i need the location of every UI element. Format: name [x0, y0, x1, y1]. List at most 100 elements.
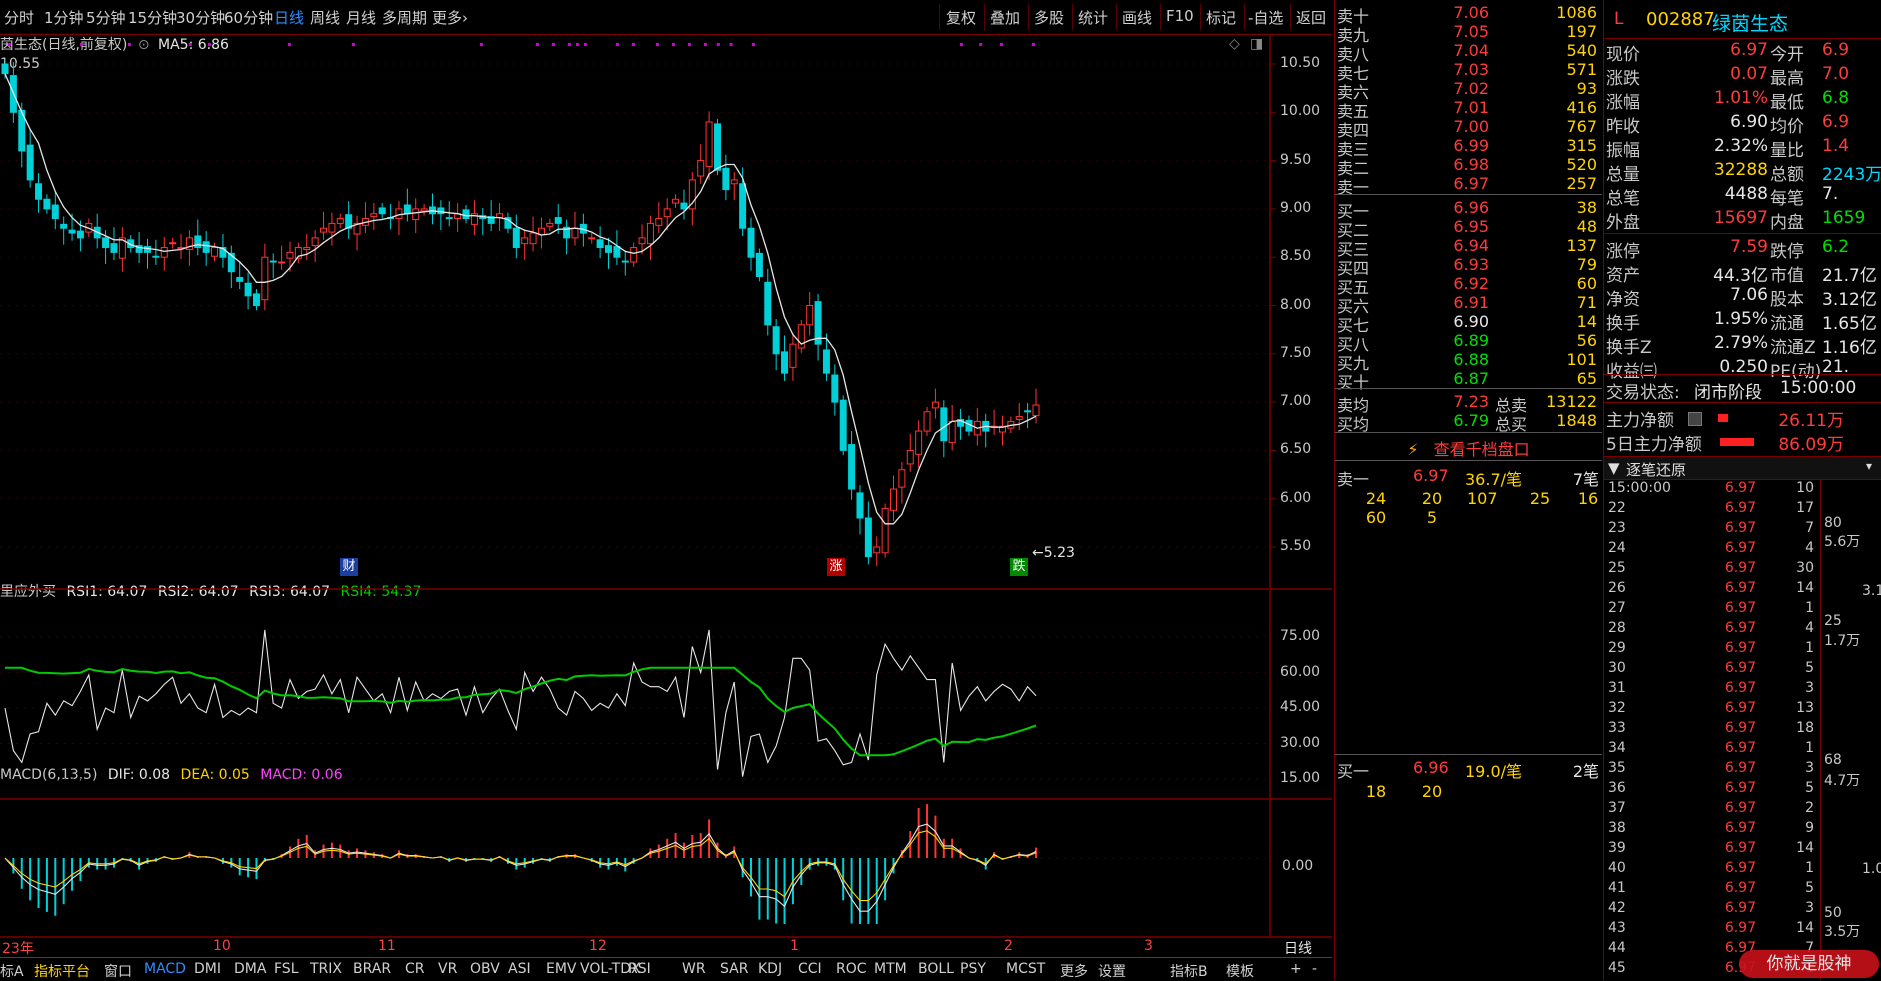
tick-row: 33 6.97 18 — [1604, 720, 1881, 740]
indicator-tab[interactable]: 窗口 — [104, 961, 132, 981]
market-tag: L — [1614, 9, 1624, 29]
indicator-tab[interactable]: MACD — [144, 961, 186, 977]
indicator-tab[interactable]: ROC — [836, 961, 867, 977]
indicator-tab[interactable]: SAR — [720, 961, 748, 977]
mark-button[interactable]: 标记 — [1206, 7, 1236, 28]
volume-side-label: 1.07 — [1862, 861, 1881, 877]
indicator-tab[interactable]: 更多 — [1060, 961, 1088, 981]
candle-body — [605, 245, 613, 253]
info-row: 净资 7.06 股本 3.12亿 — [1604, 285, 1881, 310]
info-row: 总笔 4488 每笔 7. — [1604, 184, 1881, 209]
period-tab-weekly[interactable]: 周线 — [310, 7, 340, 28]
period-tab-60min[interactable]: 60分钟 — [224, 7, 273, 28]
depth-button[interactable]: ⚡ 查看千档盘口 — [1335, 436, 1602, 459]
candle-body — [730, 179, 738, 185]
bid-volume: 137 — [1566, 236, 1597, 255]
period-tab-more[interactable]: 更多› — [432, 7, 468, 28]
stats-button[interactable]: 统计 — [1078, 7, 1108, 28]
period-tab-monthly[interactable]: 月线 — [346, 7, 376, 28]
indicator-tab[interactable]: OBV — [470, 961, 500, 977]
indicator-tab[interactable]: BRAR — [353, 961, 391, 977]
indicator-tab[interactable]: - — [1312, 961, 1317, 977]
candle-body — [571, 227, 579, 239]
period-tab-fenshi[interactable]: 分时 — [4, 7, 34, 28]
event-marker-finance[interactable]: 财 — [340, 558, 358, 576]
tick-price: 6.97 — [1724, 740, 1756, 756]
tick-time: 40 — [1608, 860, 1626, 876]
indicator-tab[interactable]: TRIX — [310, 961, 342, 977]
tick-price: 6.97 — [1724, 580, 1756, 596]
indicator-tab[interactable]: 设置 — [1098, 961, 1126, 981]
info-label-2: 跌停 — [1770, 242, 1804, 262]
info-row: 现价 6.97 今开 6.9 — [1604, 40, 1881, 65]
indicator-tab[interactable]: DMI — [194, 961, 221, 977]
ask-price: 6.99 — [1453, 136, 1489, 155]
tick-volume: 5 — [1805, 660, 1814, 676]
indicator-tab[interactable]: RSI — [628, 961, 651, 977]
indicator-tab[interactable]: CR — [405, 961, 425, 977]
sell1-queue-item: 16 — [1577, 489, 1599, 508]
multi-stock-button[interactable]: 多股 — [1034, 7, 1064, 28]
indicator-tab[interactable]: PSY — [960, 961, 986, 977]
candle-body — [663, 208, 671, 218]
overlay-button[interactable]: 叠加 — [990, 7, 1020, 28]
tick-price: 6.97 — [1724, 800, 1756, 816]
indicator-tab[interactable]: BOLL — [918, 961, 954, 977]
candle-body — [437, 207, 445, 215]
indicator-tab[interactable]: EMV — [546, 961, 577, 977]
info-value: 4488 — [1724, 184, 1768, 204]
event-marker-down[interactable]: 跌 — [1010, 558, 1028, 576]
candle-body — [169, 242, 177, 245]
indicator-tab[interactable]: DMA — [234, 961, 266, 977]
ask-price: 7.05 — [1453, 22, 1489, 41]
indicator-tab[interactable]: KDJ — [758, 961, 782, 977]
candle-body — [755, 252, 763, 278]
indicator-tab[interactable]: FSL — [274, 961, 299, 977]
candle-body — [1032, 404, 1040, 417]
indicator-tab[interactable]: + — [1290, 961, 1302, 977]
ask-row[interactable]: 卖一 6.97 257 — [1335, 174, 1602, 197]
back-button[interactable]: 返回 — [1296, 7, 1326, 28]
bid-volume: 79 — [1576, 255, 1597, 274]
info-square-icon[interactable] — [1688, 412, 1702, 426]
f10-button[interactable]: F10 — [1166, 7, 1194, 25]
event-dot — [1032, 43, 1035, 46]
period-tab-5min[interactable]: 5分钟 — [86, 7, 126, 28]
trade-status-row: 交易状态: 闭市阶段 15:00:00 — [1604, 378, 1881, 403]
period-tab-30min[interactable]: 30分钟 — [176, 7, 225, 28]
buy1-label: 买一 — [1337, 762, 1370, 781]
tick-time: 29 — [1608, 640, 1626, 656]
period-tab-15min[interactable]: 15分钟 — [128, 7, 177, 28]
indicator-tab[interactable]: 指标B — [1170, 961, 1208, 981]
indicator-tab[interactable]: 指标平台 — [34, 961, 90, 981]
period-tab-multi[interactable]: 多周期 — [382, 7, 427, 28]
indicator-tab[interactable]: CCI — [798, 961, 822, 977]
ask-volume: 416 — [1566, 98, 1597, 117]
indicator-tab[interactable]: MCST — [1006, 961, 1045, 977]
indicator-tab[interactable]: VR — [438, 961, 457, 977]
indicator-tab[interactable]: ASI — [508, 961, 531, 977]
tick-time: 41 — [1608, 880, 1626, 896]
fuquan-button[interactable]: 复权 — [946, 7, 976, 28]
indicator-tab[interactable]: 标A — [0, 961, 24, 981]
tick-time: 37 — [1608, 800, 1626, 816]
kline-chart-area[interactable] — [0, 34, 1332, 957]
x-label-jan: 1 — [790, 938, 799, 954]
draw-line-button[interactable]: 画线 — [1122, 7, 1152, 28]
indicator-tab[interactable]: 模板 — [1226, 961, 1254, 981]
tick-volume: 1 — [1805, 600, 1814, 616]
caret-down-icon[interactable]: ▾ — [1866, 459, 1872, 473]
tick-header: ▼ 逐笔还原 ▾ — [1604, 456, 1881, 480]
indicator-tab[interactable]: WR — [682, 961, 706, 977]
period-tab-daily[interactable]: 日线 — [274, 7, 304, 28]
candle-body — [26, 144, 34, 181]
triangle-down-icon[interactable]: ▼ — [1608, 459, 1620, 477]
indicator-tab[interactable]: MTM — [874, 961, 907, 977]
period-tab-1min[interactable]: 1分钟 — [44, 7, 84, 28]
watchlist-button[interactable]: -自选 — [1248, 7, 1283, 28]
event-dot — [960, 43, 963, 46]
x-label-dec: 12 — [589, 938, 607, 954]
ask-price: 7.01 — [1453, 98, 1489, 117]
total-buy-value: 1848 — [1556, 411, 1597, 430]
event-marker-up[interactable]: 涨 — [827, 558, 845, 576]
